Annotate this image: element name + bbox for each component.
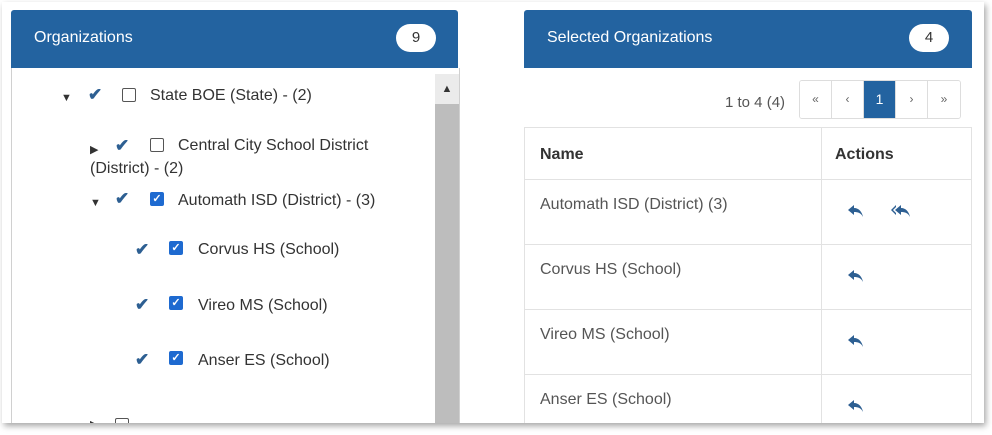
expand-arrow-icon[interactable]: ▶ [90, 418, 98, 423]
reply-icon[interactable] [847, 399, 865, 413]
row-divider [525, 309, 971, 310]
tree-item-checkbox[interactable] [115, 418, 129, 423]
reply-icon[interactable] [847, 269, 865, 283]
organizations-header: Organizations 9 [11, 10, 458, 68]
checkmark-icon: ✔ [88, 85, 103, 104]
checkmark-icon: ✔ [135, 350, 150, 369]
vireo-checkbox[interactable]: ✓ [169, 296, 183, 310]
pager-range: 1 to 4 (4) [725, 94, 786, 111]
selected-organizations-title: Selected Organizations [547, 29, 713, 46]
tree-item-vireo[interactable]: Vireo MS (School) [198, 295, 328, 317]
reply-all-icon[interactable] [891, 204, 911, 218]
prev-page-button[interactable]: ‹ [832, 81, 864, 118]
table-row-name: Corvus HS (School) [540, 261, 682, 278]
tree-item-automath[interactable]: Automath ISD (District) - (3) [178, 190, 375, 212]
tree-scrollbar[interactable]: ▲ [435, 74, 459, 423]
scroll-thumb[interactable] [435, 104, 459, 423]
collapse-arrow-icon[interactable]: ▼ [61, 92, 72, 104]
last-page-button[interactable]: » [928, 81, 960, 118]
organizations-title: Organizations [34, 29, 133, 46]
expand-arrow-icon[interactable]: ▶ [90, 143, 98, 156]
tree-item-corvus[interactable]: Corvus HS (School) [198, 239, 339, 261]
reply-icon[interactable] [847, 204, 865, 218]
checkmark-icon: ✔ [135, 240, 150, 259]
tree-item-anser[interactable]: Anser ES (School) [198, 350, 330, 372]
table-row-name: Vireo MS (School) [540, 326, 670, 343]
pagination: « ‹ 1 › » [799, 80, 961, 119]
state-boe-checkbox[interactable] [122, 88, 136, 102]
scroll-up-arrow-icon[interactable]: ▲ [435, 74, 459, 104]
row-divider [525, 244, 971, 245]
collapse-arrow-icon[interactable]: ▼ [90, 197, 101, 209]
first-page-button[interactable]: « [800, 81, 832, 118]
column-divider [821, 128, 822, 423]
organizations-tree[interactable]: ▼ ✔ State BOE (State) - (2) ▶ ✔ Central … [11, 68, 460, 423]
checkmark-icon: ✔ [115, 136, 130, 155]
actions-column-header: Actions [835, 146, 894, 163]
checkmark-icon: ✔ [115, 189, 130, 208]
tree-item-central-city[interactable]: Central City School District [178, 135, 368, 157]
organizations-count-badge: 9 [396, 24, 436, 52]
selected-organizations-header: Selected Organizations 4 [524, 10, 972, 68]
name-column-header[interactable]: Name [540, 146, 584, 164]
reply-icon[interactable] [847, 334, 865, 348]
tree-item-state-boe[interactable]: State BOE (State) - (2) [150, 85, 312, 107]
selected-count-badge: 4 [909, 24, 949, 52]
tree-item-central-city-line2[interactable]: (District) - (2) [90, 158, 183, 180]
table-row-name: Anser ES (School) [540, 391, 672, 408]
anser-checkbox[interactable]: ✓ [169, 351, 183, 365]
selected-organizations-table: Name Actions Automath ISD (District) (3)… [524, 127, 972, 423]
app-frame: Organizations 9 ▼ ✔ State BOE (State) - … [2, 2, 984, 423]
row-divider [525, 179, 971, 180]
table-row-name: Automath ISD (District) (3) [540, 196, 728, 213]
automath-checkbox[interactable]: ✓ [150, 192, 164, 206]
page-1-button[interactable]: 1 [864, 81, 896, 118]
next-page-button[interactable]: › [896, 81, 928, 118]
row-divider [525, 374, 971, 375]
corvus-checkbox[interactable]: ✓ [169, 241, 183, 255]
checkmark-icon: ✔ [135, 295, 150, 314]
central-city-checkbox[interactable] [150, 138, 164, 152]
